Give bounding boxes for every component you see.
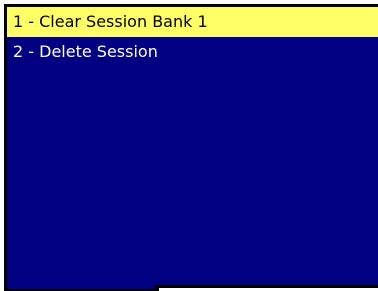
menu-panel: 1 - Clear Session Bank 1 2 - Delete Sess… (4, 4, 378, 291)
menu-list: 1 - Clear Session Bank 1 2 - Delete Sess… (7, 7, 378, 67)
menu-item-clear-session-bank-1[interactable]: 1 - Clear Session Bank 1 (7, 7, 378, 37)
menu-item-delete-session[interactable]: 2 - Delete Session (7, 37, 378, 67)
